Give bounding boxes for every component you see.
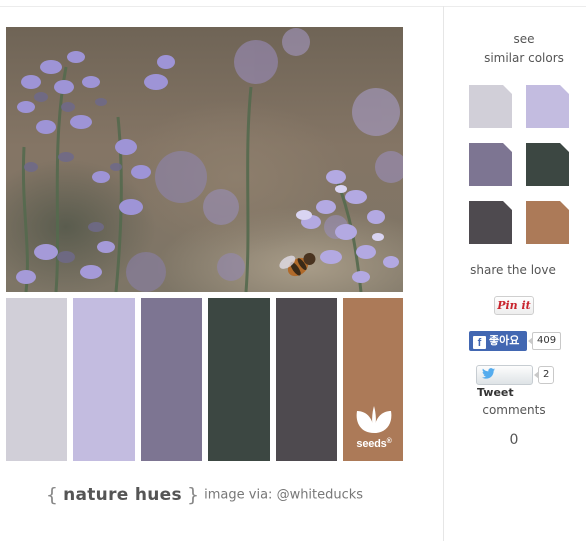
similar-swatch-3[interactable] (469, 143, 512, 186)
swatch-2 (73, 298, 135, 461)
facebook-like-button[interactable]: f 좋아요 (469, 331, 527, 351)
swatch-3 (141, 298, 202, 461)
tweet-count: 2 (533, 366, 555, 384)
seeds-wordmark: seeds® (356, 438, 392, 450)
similar-swatch-4[interactable] (526, 143, 569, 186)
similar-swatch-1[interactable] (469, 85, 512, 128)
lavender-bee-photo-illustration (16, 28, 403, 292)
see-similar-heading-line2[interactable]: similar colors (464, 51, 584, 65)
facebook-like-label: 좋아요 (489, 334, 520, 347)
close-brace: } (186, 484, 200, 506)
sidebar-divider (443, 6, 444, 541)
swatch-6: seeds® (343, 298, 403, 461)
facebook-icon: f (473, 336, 486, 349)
palette-caption: { nature hues } image via: @whiteducks (6, 484, 403, 506)
palette-title: nature hues (63, 485, 182, 505)
open-brace: { (45, 484, 58, 506)
swatch-1 (6, 298, 67, 461)
twitter-bird-icon (482, 368, 495, 379)
comments-heading[interactable]: comments (464, 403, 564, 417)
pinit-button[interactable]: Pin it (494, 296, 534, 315)
facebook-like-count: 409 (527, 332, 562, 350)
see-similar-heading-line1[interactable]: see (474, 32, 574, 46)
similar-swatch-2[interactable] (526, 85, 569, 128)
swatch-4 (208, 298, 270, 461)
seeds-logo: seeds® (351, 403, 397, 453)
comments-count[interactable]: 0 (494, 432, 534, 448)
similar-swatch-5[interactable] (469, 201, 512, 244)
similar-swatch-6[interactable] (526, 201, 569, 244)
palette-photo (6, 27, 403, 292)
tweet-label: Tweet (477, 386, 514, 399)
share-heading: share the love (470, 263, 556, 277)
seed-leaf-icon (356, 406, 392, 433)
bee (279, 252, 316, 277)
image-credit[interactable]: image via: @whiteducks (204, 488, 363, 503)
top-rule (0, 6, 586, 7)
swatch-5 (276, 298, 337, 461)
tweet-button[interactable]: Tweet (476, 365, 533, 399)
